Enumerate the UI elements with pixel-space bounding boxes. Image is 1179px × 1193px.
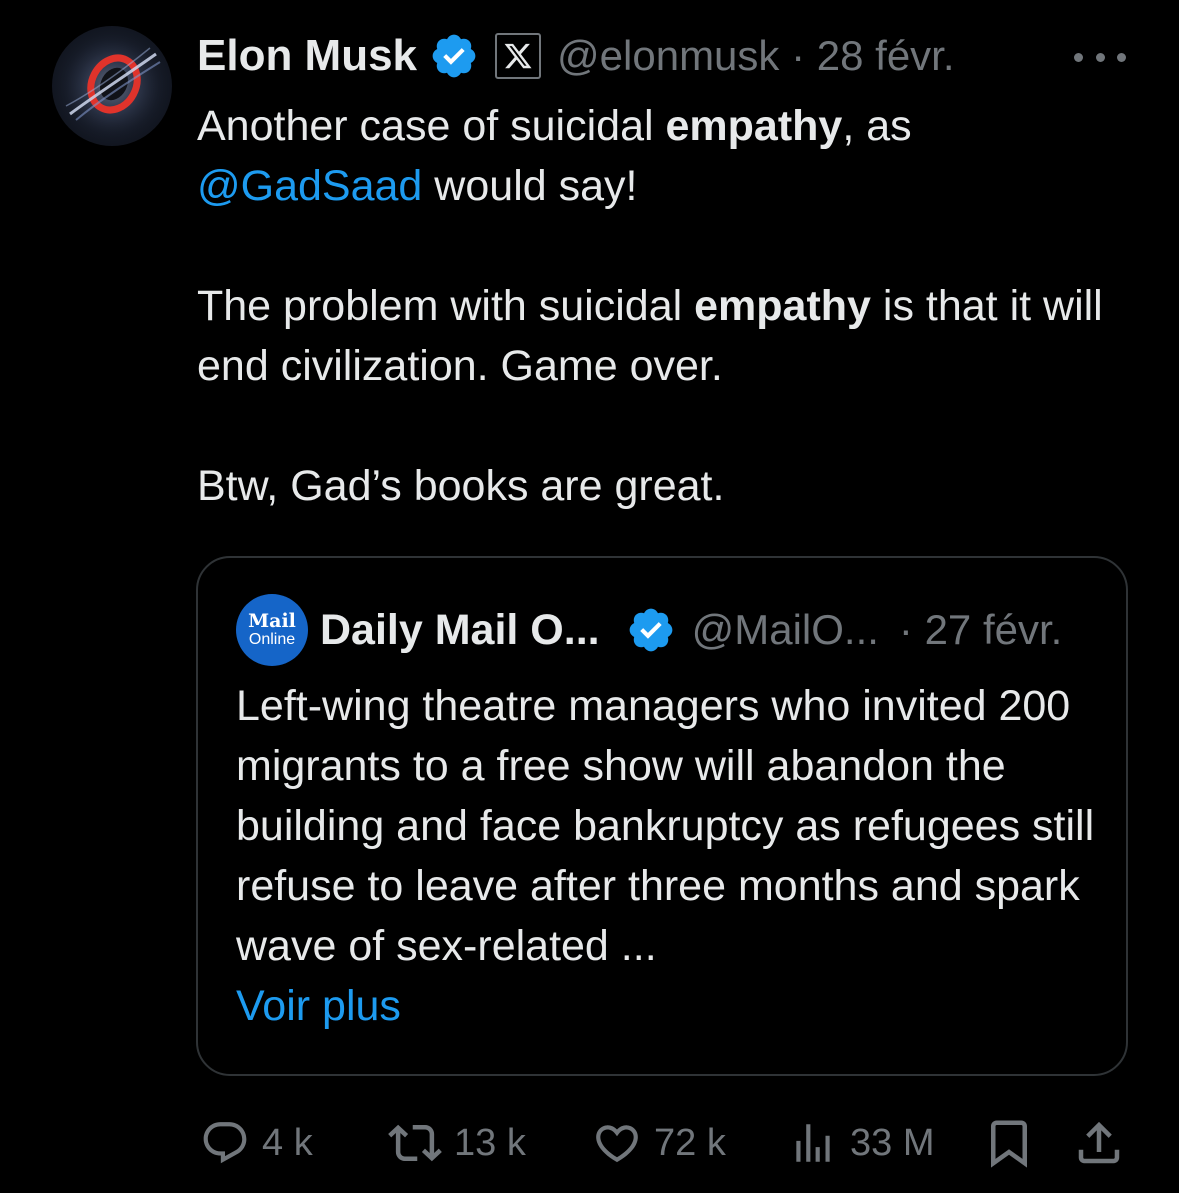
tweet-header: Elon Musk @elonmusk · 28 févr. — [197, 26, 955, 86]
heart-icon — [596, 1125, 638, 1163]
header-separator: · — [791, 32, 806, 79]
author-name[interactable]: Elon Musk — [197, 31, 417, 81]
repost-count: 13 k — [454, 1121, 526, 1164]
quoted-author-avatar[interactable]: Mail Online — [236, 594, 308, 666]
share-button[interactable] — [1072, 1110, 1126, 1176]
tweet-paragraph-2: The problem with suicidal empathy is tha… — [197, 282, 1103, 390]
quoted-tweet-header: Mail Online Daily Mail O... @MailO... · … — [236, 594, 1062, 666]
views-button[interactable]: 33 M — [788, 1110, 934, 1176]
quoted-author-handle[interactable]: @MailO... — [692, 606, 879, 654]
verified-badge-icon[interactable] — [626, 605, 676, 655]
view-count: 33 M — [850, 1121, 935, 1164]
repost-icon — [388, 1124, 442, 1162]
author-avatar[interactable] — [52, 26, 172, 146]
tweet-text: Another case of suicidal empathy, as @Gad… — [197, 96, 1147, 516]
quoted-author-name[interactable]: Daily Mail O... — [320, 606, 600, 655]
quoted-tweet-text: Left-wing theatre managers who invited 2… — [236, 682, 1095, 1030]
quoted-tweet[interactable]: Mail Online Daily Mail O... @MailO... · … — [196, 556, 1128, 1076]
author-handle[interactable]: @elonmusk · 28 févr. — [557, 32, 955, 80]
more-options-icon[interactable] — [1074, 42, 1126, 72]
verified-badge-icon[interactable] — [429, 31, 479, 81]
avatar-logo-line1: Mail — [248, 610, 296, 632]
views-icon — [796, 1124, 830, 1162]
reply-icon — [203, 1122, 247, 1164]
action-bar: 4 k 13 k 72 k 33 M — [196, 1110, 1126, 1176]
share-icon — [1078, 1121, 1120, 1164]
tweet-paragraph-3: Btw, Gad’s books are great. — [197, 462, 725, 510]
mention-link[interactable]: @GadSaad — [197, 162, 422, 210]
tweet[interactable]: Elon Musk @elonmusk · 28 févr. Another c… — [0, 0, 1179, 1193]
like-button[interactable]: 72 k — [592, 1110, 726, 1176]
repost-button[interactable]: 13 k — [388, 1110, 526, 1176]
reply-button[interactable]: 4 k — [200, 1110, 313, 1176]
like-count: 72 k — [654, 1121, 726, 1164]
tweet-date[interactable]: 28 févr. — [817, 32, 955, 79]
quoted-tweet-date[interactable]: · 27 févr. — [899, 606, 1062, 654]
bookmark-button[interactable] — [982, 1110, 1036, 1176]
see-more-link[interactable]: Voir plus — [236, 982, 401, 1030]
tweet-paragraph-1: Another case of suicidal empathy, as @Gad… — [197, 102, 912, 210]
reply-count: 4 k — [262, 1121, 313, 1164]
avatar-logo-line2: Online — [248, 631, 296, 648]
x-logo-icon[interactable] — [495, 33, 542, 79]
black-hole-image — [54, 28, 170, 144]
bookmark-icon — [991, 1120, 1027, 1168]
